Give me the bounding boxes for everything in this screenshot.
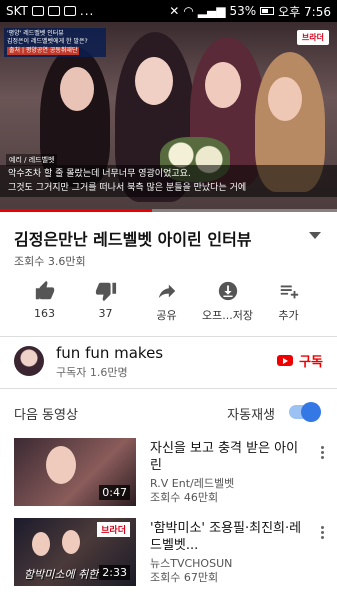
thumbnail-face — [32, 532, 50, 556]
video-progress-fill — [0, 209, 152, 212]
caption-line: 그것도 그거지만 그거를 떠나서 북측 많은 분들을 만났다는 거에 — [8, 183, 247, 193]
subscriber-count: 구독자 1.6만명 — [56, 366, 128, 379]
video-news-box: '평양' 레드벨벳 인터뷰 김정은이 레드벨벳에게 한 말은? 출처 | 평양공… — [4, 28, 106, 57]
youtube-logo-icon — [277, 355, 294, 366]
video-frame-face — [60, 67, 94, 111]
subscribe-button[interactable]: 구독 — [277, 351, 323, 370]
list-item-title[interactable]: '함박미소' 조용필·최진희·레드벨벳... — [150, 520, 310, 554]
video-frame-face — [268, 77, 302, 121]
like-button[interactable]: 163 — [14, 280, 75, 328]
news-box-source: 출처 | 평양공연 공동취재단 — [7, 47, 80, 55]
list-item-views: 조회수 67만회 — [150, 571, 219, 584]
view-count: 조회수 3.6만회 — [14, 255, 86, 268]
thumbnail-face — [46, 446, 76, 484]
mute-icon: ✕ — [169, 4, 180, 18]
list-item-views: 조회수 46만회 — [150, 491, 219, 504]
subscribe-label: 구독 — [299, 355, 323, 370]
autoplay-toggle[interactable] — [289, 402, 321, 422]
thumbs-down-icon — [95, 282, 116, 302]
divider — [0, 388, 337, 389]
share-label: 공유 — [156, 309, 177, 322]
action-row: 163 37 공유 오프...저장 추가 — [0, 280, 337, 328]
battery-percent: 53% — [229, 4, 257, 18]
thumbnail-face — [62, 530, 80, 554]
carrier-label: SKT — [6, 4, 28, 18]
add-label: 추가 — [278, 309, 299, 322]
notification-icon — [31, 6, 44, 16]
clock: 오후 7:56 — [278, 4, 331, 19]
offline-save-button[interactable]: 오프...저장 — [197, 280, 258, 328]
toggle-knob — [301, 402, 321, 422]
notification-icon — [47, 6, 60, 16]
playlist-add-icon — [280, 285, 298, 299]
wifi-icon: ◠ — [183, 4, 194, 18]
news-box-line: 김정은이 레드벨벳에게 한 말은? — [7, 38, 88, 45]
video-frame-face — [205, 62, 241, 108]
offline-save-label: 오프...저장 — [202, 309, 253, 322]
battery-icon — [260, 7, 275, 15]
video-progress-bar[interactable] — [0, 209, 337, 212]
channel-avatar[interactable] — [14, 346, 44, 376]
list-item-channel: R.V Ent/레드벨벳 — [150, 477, 235, 490]
more-options-icon[interactable] — [321, 446, 325, 461]
expand-description-icon[interactable] — [309, 232, 321, 239]
download-icon — [218, 281, 237, 301]
thumbnail-overlay-text: 함박미소에 취한 — [24, 568, 99, 581]
video-brand-logo: 브라더 — [296, 30, 329, 45]
status-bar: SKT ... ✕ ◠ ▂▄▆ 53% 오후 7:56 — [0, 0, 337, 22]
list-item-channel: 뉴스TVCHOSUN — [150, 557, 233, 570]
more-options-icon[interactable] — [321, 526, 325, 541]
autoplay-label: 자동재생 — [227, 408, 275, 423]
thumbs-up-icon — [35, 280, 54, 300]
add-to-playlist-button[interactable]: 추가 — [258, 280, 319, 328]
video-player[interactable]: '평양' 레드벨벳 인터뷰 김정은이 레드벨벳에게 한 말은? 출처 | 평양공… — [0, 22, 337, 212]
list-item-title[interactable]: 자신을 보고 충격 받은 아이린 — [150, 440, 310, 474]
like-count: 163 — [34, 307, 55, 320]
video-duration: 0:47 — [99, 485, 130, 500]
video-title: 김정은만난 레드벨벳 아이린 인터뷰 — [14, 230, 252, 249]
news-box-line: '평양' 레드벨벳 인터뷰 — [7, 30, 64, 37]
video-duration: 2:33 — [99, 565, 130, 580]
video-thumbnail[interactable]: 브라더 함박미소에 취한 2:33 — [14, 518, 136, 586]
video-thumbnail[interactable]: 0:47 — [14, 438, 136, 506]
signal-icon: ▂▄▆ — [197, 4, 226, 18]
up-next-label: 다음 동영상 — [14, 408, 78, 423]
caption-line: 악수조차 할 줄 몰랐는데 너무너무 영광이었고요. — [8, 169, 191, 179]
divider — [0, 336, 337, 337]
thumbnail-brand-logo: 브라더 — [97, 522, 130, 537]
dislike-count: 37 — [98, 307, 113, 320]
share-button[interactable]: 공유 — [136, 280, 197, 328]
channel-name[interactable]: fun fun makes — [56, 344, 163, 362]
more-notifications-icon: ... — [79, 4, 95, 18]
dislike-button[interactable]: 37 — [75, 280, 136, 328]
video-frame-face — [135, 57, 173, 105]
notification-icon — [63, 6, 76, 16]
video-caption: 악수조차 할 줄 몰랐는데 너무너무 영광이었고요. 그것도 그거지만 그거를 … — [0, 165, 337, 197]
share-arrow-icon — [158, 284, 175, 299]
